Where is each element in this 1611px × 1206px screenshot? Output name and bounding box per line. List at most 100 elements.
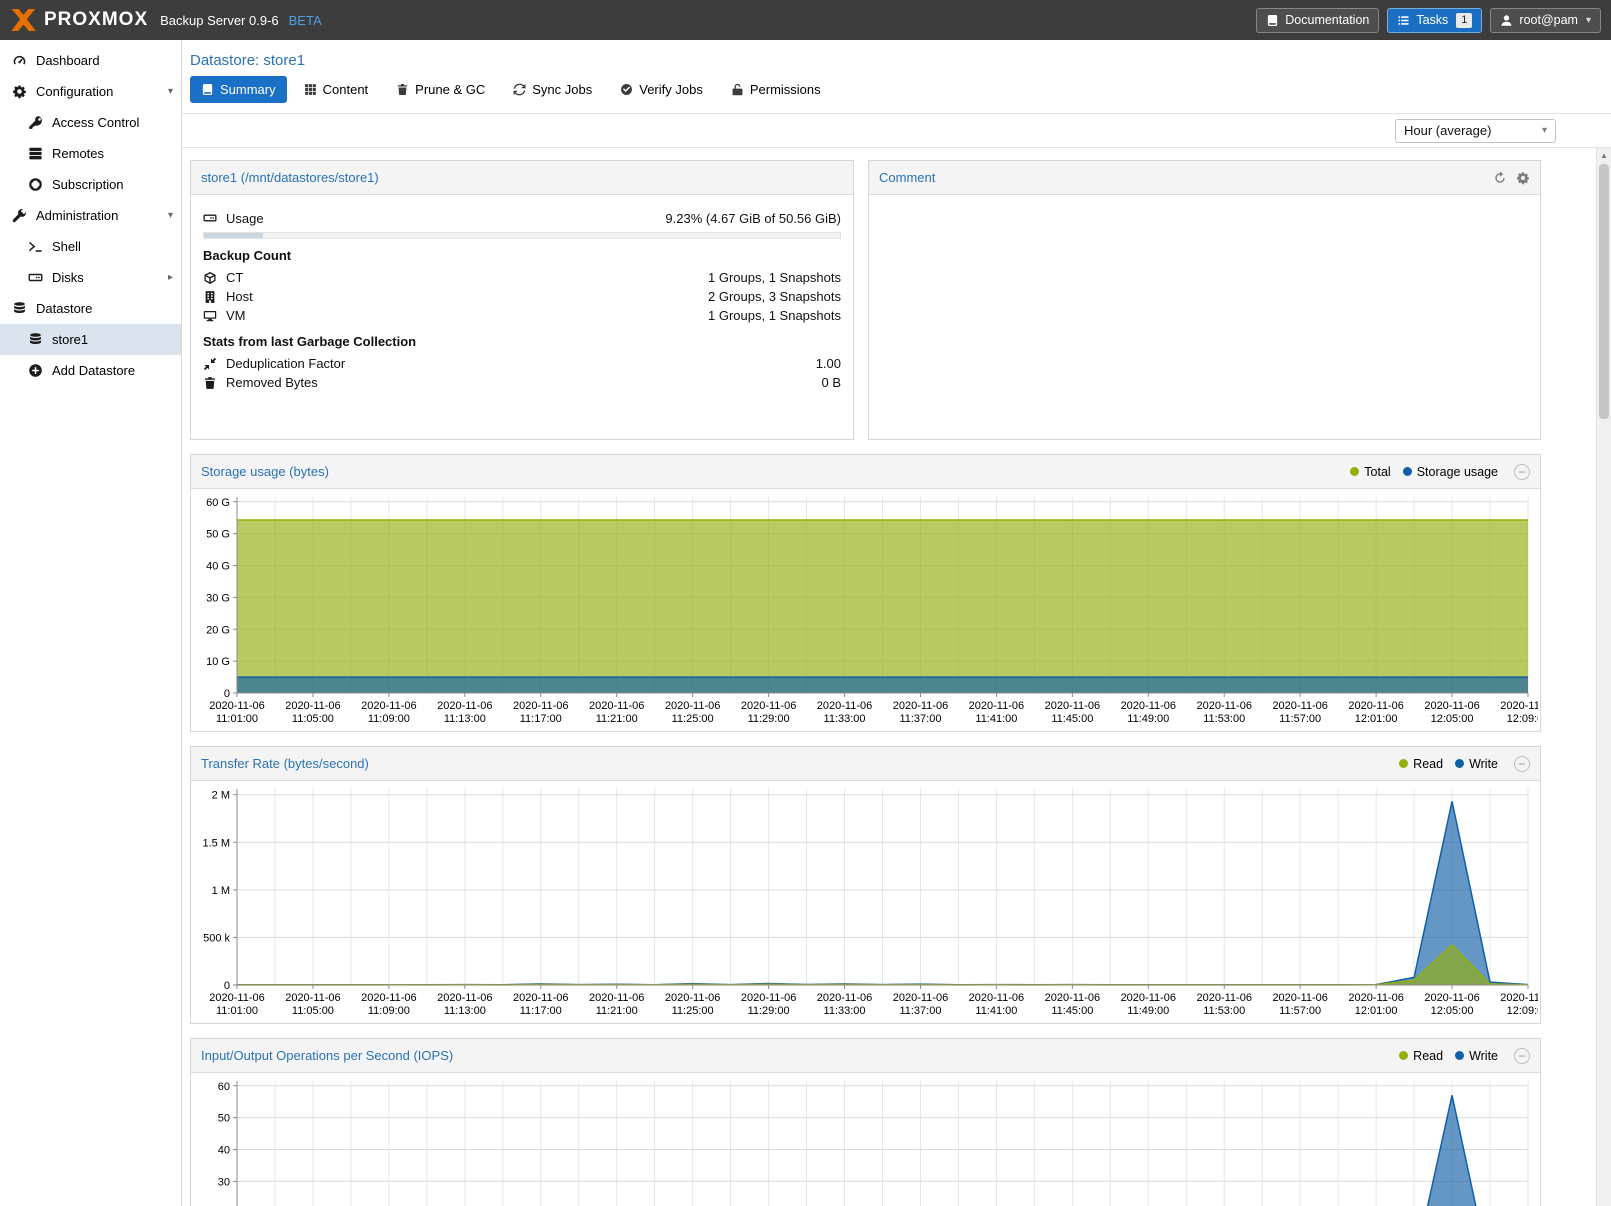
collapse-icon[interactable]: − [1514, 1048, 1530, 1064]
svg-text:11:57:00: 11:57:00 [1279, 1005, 1321, 1017]
sidebar-label: Remotes [52, 146, 104, 161]
vm-label: VM [226, 308, 246, 323]
building-icon [203, 290, 217, 304]
comment-body[interactable] [869, 195, 1540, 439]
tab-prune-gc[interactable]: Prune & GC [385, 76, 496, 103]
svg-text:2020-11-06: 2020-11-06 [513, 992, 568, 1004]
chart-title: Input/Output Operations per Second (IOPS… [201, 1048, 453, 1063]
sidebar-item-subscription[interactable]: Subscription [0, 169, 181, 200]
beta-link[interactable]: BETA [289, 13, 322, 28]
sidebar-item-add-datastore[interactable]: Add Datastore [0, 355, 181, 386]
svg-text:11:05:00: 11:05:00 [292, 1005, 334, 1017]
proxmox-logo: PROXMOX [10, 9, 148, 31]
svg-text:2020-11-06: 2020-11-06 [361, 700, 416, 712]
sidebar-item-shell[interactable]: Shell [0, 231, 181, 262]
scrollbar[interactable]: ▲ [1596, 148, 1611, 1206]
svg-text:11:29:00: 11:29:00 [748, 1005, 790, 1017]
chevron-down-icon[interactable]: ▾ [168, 86, 173, 97]
chart-legend: Read Write − [1399, 1048, 1530, 1064]
legend-dot [1350, 467, 1359, 476]
svg-text:2020-11-06: 2020-11-06 [1348, 700, 1403, 712]
user-menu-button[interactable]: root@pam ▾ [1490, 8, 1601, 33]
sidebar-label: Disks [52, 270, 84, 285]
panel-header: Storage usage (bytes) Total Storage usag… [191, 455, 1540, 489]
chart-title: Storage usage (bytes) [201, 464, 329, 479]
collapse-icon[interactable]: − [1514, 464, 1530, 480]
scrollbar-thumb[interactable] [1599, 164, 1609, 419]
check-circle-icon [620, 83, 633, 96]
hdd-icon [28, 270, 43, 285]
sidebar-label: Dashboard [36, 53, 100, 68]
sidebar-item-access-control[interactable]: Access Control [0, 107, 181, 138]
legend-item-read[interactable]: Read [1399, 757, 1443, 771]
collapse-icon[interactable]: − [1514, 756, 1530, 772]
sidebar-item-dashboard[interactable]: Dashboard [0, 45, 181, 76]
dedup-value: 1.00 [816, 356, 841, 371]
tab-verify-jobs[interactable]: Verify Jobs [609, 76, 714, 103]
chevron-right-icon[interactable]: ▸ [168, 272, 173, 283]
sidebar-item-datastore[interactable]: Datastore [0, 293, 181, 324]
svg-text:11:53:00: 11:53:00 [1203, 1005, 1245, 1017]
legend-dot [1399, 759, 1408, 768]
comment-panel: Comment [868, 160, 1541, 440]
panel-body: 0500 k1 M1.5 M2 M2020-11-0611:01:002020-… [191, 781, 1540, 1023]
documentation-button[interactable]: Documentation [1256, 8, 1379, 33]
svg-text:2020-11-06: 2020-11-06 [893, 992, 948, 1004]
svg-text:2020-11-06: 2020-11-06 [589, 992, 644, 1004]
svg-text:1.5 M: 1.5 M [202, 837, 230, 849]
tasks-label: Tasks [1416, 13, 1448, 27]
svg-text:11:33:00: 11:33:00 [824, 713, 866, 725]
tab-summary[interactable]: Summary [190, 76, 287, 103]
timeframe-select[interactable]: Hour (average) ▾ [1395, 119, 1556, 143]
svg-text:11:21:00: 11:21:00 [596, 713, 638, 725]
svg-text:11:45:00: 11:45:00 [1051, 1005, 1093, 1017]
legend-item-write[interactable]: Write [1455, 757, 1498, 771]
life-ring-icon [28, 177, 43, 192]
svg-text:12:05:00: 12:05:00 [1431, 713, 1474, 725]
scroll-up-icon[interactable]: ▲ [1597, 148, 1611, 163]
legend-item-read[interactable]: Read [1399, 1049, 1443, 1063]
panel-title: Comment [879, 170, 935, 185]
sidebar-item-disks[interactable]: Disks ▸ [0, 262, 181, 293]
svg-text:2020-11-06: 2020-11-06 [1197, 992, 1252, 1004]
storage-usage-chart: 010 G20 G30 G40 G50 G60 G2020-11-0611:01… [193, 491, 1538, 729]
legend-dot [1399, 1051, 1408, 1060]
user-label: root@pam [1519, 13, 1578, 27]
svg-text:40 G: 40 G [206, 561, 230, 573]
tab-label: Verify Jobs [639, 82, 703, 97]
sidebar-item-configuration[interactable]: Configuration ▾ [0, 76, 181, 107]
sidebar-item-store1[interactable]: store1 [0, 324, 181, 355]
sidebar-label: Datastore [36, 301, 92, 316]
legend-item-storage-usage[interactable]: Storage usage [1403, 465, 1498, 479]
documentation-label: Documentation [1285, 13, 1369, 27]
svg-text:12:01:00: 12:01:00 [1355, 1005, 1398, 1017]
gear-icon[interactable] [1516, 171, 1530, 185]
svg-text:2020-11-06: 2020-11-06 [665, 700, 720, 712]
timeframe-value: Hour (average) [1404, 123, 1491, 138]
legend-item-total[interactable]: Total [1350, 465, 1390, 479]
svg-text:11:45:00: 11:45:00 [1051, 713, 1093, 725]
iops-chart: 01020304050602020-11-0611:01:002020-11-0… [193, 1075, 1538, 1206]
tab-content[interactable]: Content [293, 76, 380, 103]
tasks-button[interactable]: Tasks 1 [1387, 8, 1482, 33]
svg-text:11:41:00: 11:41:00 [975, 1005, 1017, 1017]
refresh-circle-icon[interactable] [1493, 171, 1507, 185]
tab-permissions[interactable]: Permissions [720, 76, 832, 103]
sidebar-label: Add Datastore [52, 363, 135, 378]
usage-value: 9.23% (4.67 GiB of 50.56 GiB) [665, 211, 841, 226]
tab-label: Prune & GC [415, 82, 485, 97]
page-title: Datastore: store1 [182, 40, 1611, 76]
svg-text:2020-11-06: 2020-11-06 [1272, 992, 1327, 1004]
trash-icon [396, 83, 409, 96]
host-value: 2 Groups, 3 Snapshots [708, 289, 841, 304]
tab-sync-jobs[interactable]: Sync Jobs [502, 76, 603, 103]
svg-text:2020-11-06: 2020-11-06 [893, 700, 948, 712]
svg-text:50 G: 50 G [206, 529, 230, 541]
svg-text:2020-11-06: 2020-11-06 [665, 992, 720, 1004]
chevron-down-icon[interactable]: ▾ [168, 210, 173, 221]
refresh-icon [513, 83, 526, 96]
leg-item-write[interactable]: Write [1455, 1049, 1498, 1063]
store1-summary-panel: store1 (/mnt/datastores/store1) Usage 9.… [190, 160, 854, 440]
sidebar-item-remotes[interactable]: Remotes [0, 138, 181, 169]
sidebar-item-administration[interactable]: Administration ▾ [0, 200, 181, 231]
